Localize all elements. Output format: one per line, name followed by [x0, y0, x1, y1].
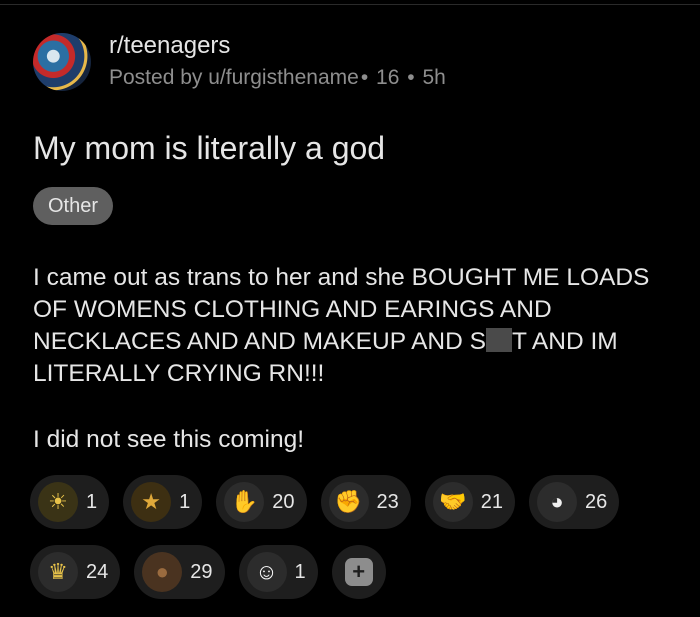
crowned-snoo-award-icon: ♛ [38, 552, 78, 592]
awards-row-1: ☀ 1 ★ 1 ✋ 20 ✊ 23 🤝 21 ◕ 26 [30, 475, 690, 529]
top-divider [0, 4, 700, 5]
body-paragraph-1: I came out as trans to her and she BOUGH… [33, 262, 683, 390]
post-header: r/teenagers Posted by u/furgisthename• 1… [33, 32, 446, 92]
post-age: 5h [422, 66, 446, 89]
award-handshake[interactable]: 🤝 21 [424, 475, 515, 529]
post-header-text: r/teenagers Posted by u/furgisthename• 1… [109, 32, 446, 92]
sun-award-icon: ☀ [38, 482, 78, 522]
wholesome-face-award-icon: ◕ [537, 482, 577, 522]
award-count: 26 [585, 490, 608, 513]
author-flair-count: 16 [376, 66, 400, 89]
hand-award-icon: ✋ [224, 482, 265, 522]
snoo-award-icon: ☺ [246, 552, 287, 592]
award-sun[interactable]: ☀ 1 [30, 475, 110, 529]
subreddit-name[interactable]: r/teenagers [109, 32, 446, 60]
award-count: 1 [294, 560, 306, 583]
star-award-icon: ★ [131, 482, 172, 522]
award-rocket-hand[interactable]: ✊ 23 [320, 475, 411, 529]
body-paragraph-2: I did not see this coming! [33, 426, 305, 453]
award-count: 20 [272, 490, 295, 513]
award-count: 24 [86, 560, 109, 583]
give-award-button[interactable]: + [331, 545, 386, 599]
subreddit-avatar[interactable] [33, 33, 91, 91]
separator-dot: • [407, 66, 415, 89]
award-bear[interactable]: ● 29 [134, 545, 225, 599]
award-hand[interactable]: ✋ 20 [216, 475, 307, 529]
awards-row-2: ♛ 24 ● 29 ☺ 1 + [30, 545, 690, 599]
award-wholesome[interactable]: ◕ 26 [529, 475, 620, 529]
award-star[interactable]: ★ 1 [123, 475, 203, 529]
awards-section: ☀ 1 ★ 1 ✋ 20 ✊ 23 🤝 21 ◕ 26 ♛ 24 ● 29 ☺ … [30, 475, 690, 615]
post-title: My mom is literally a god [33, 130, 386, 166]
award-count: 1 [179, 490, 191, 513]
post-meta: Posted by u/furgisthename• 16 • 5h [109, 64, 446, 92]
separator-dot: • [360, 66, 369, 89]
post-body: I came out as trans to her and she BOUGH… [33, 262, 683, 456]
award-count: 23 [376, 490, 399, 513]
rocket-hand-award-icon: ✊ [328, 482, 369, 522]
gift-plus-icon: + [344, 558, 373, 586]
author-link[interactable]: Posted by u/furgisthename [109, 66, 359, 89]
post-flair[interactable]: Other [33, 187, 114, 225]
handshake-award-icon: 🤝 [432, 482, 473, 522]
award-count: 21 [480, 490, 503, 513]
award-snoo[interactable]: ☺ 1 [238, 545, 318, 599]
award-count: 1 [86, 490, 98, 513]
censor-bar [485, 328, 512, 352]
award-count: 29 [190, 560, 213, 583]
bear-award-icon: ● [142, 552, 183, 592]
award-crowned-snoo[interactable]: ♛ 24 [30, 545, 121, 599]
